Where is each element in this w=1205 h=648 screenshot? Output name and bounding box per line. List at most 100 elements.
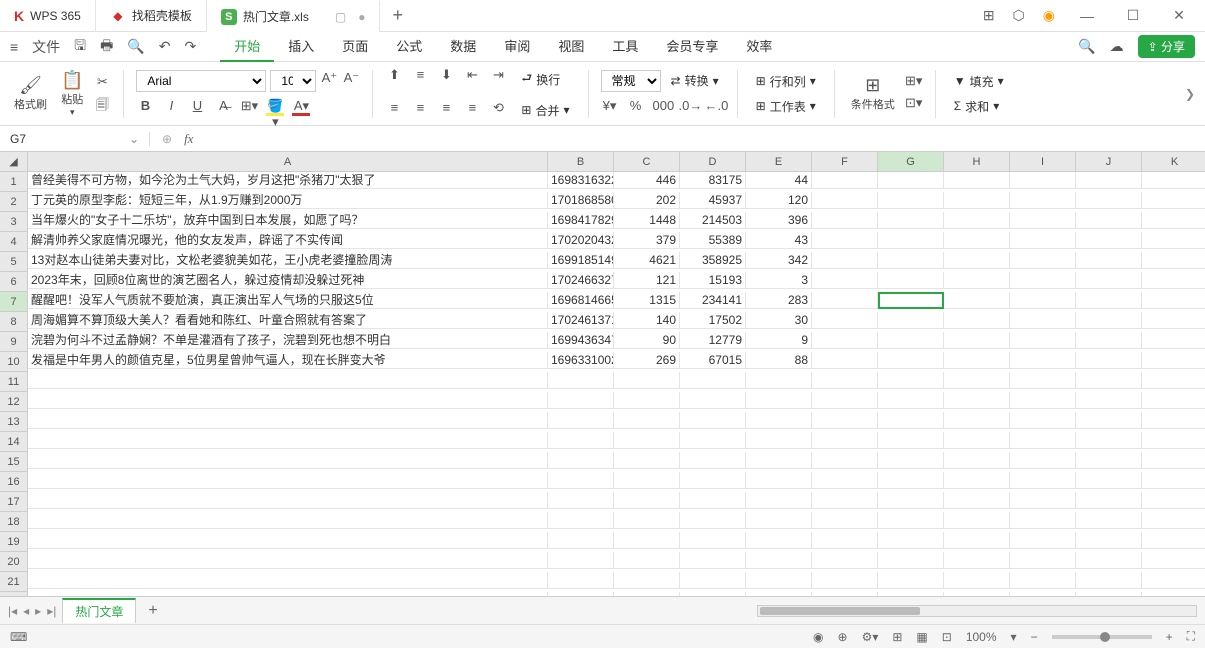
cell-J8[interactable] (1076, 312, 1142, 329)
cell-K9[interactable] (1142, 332, 1205, 349)
template-tab[interactable]: ◆ 找稻壳模板 (96, 0, 207, 32)
bold-icon[interactable]: B (136, 98, 154, 116)
cell-J6[interactable] (1076, 272, 1142, 289)
cell-H1[interactable] (944, 172, 1010, 189)
cell-H2[interactable] (944, 192, 1010, 209)
cell-C18[interactable] (614, 512, 680, 529)
row-header-9[interactable]: 9 (0, 332, 28, 352)
cell-K6[interactable] (1142, 272, 1205, 289)
cell-K5[interactable] (1142, 252, 1205, 269)
comma-icon[interactable]: 000 (653, 98, 671, 116)
table-style-icon[interactable]: ⊞▾ (905, 73, 923, 91)
row-header-5[interactable]: 5 (0, 252, 28, 272)
cell-B10[interactable]: 1696331002 (548, 352, 614, 369)
cell-J18[interactable] (1076, 512, 1142, 529)
file-menu[interactable]: 文件 (32, 37, 60, 57)
cell-A19[interactable] (28, 532, 548, 549)
cell-J2[interactable] (1076, 192, 1142, 209)
cell-G3[interactable] (878, 212, 944, 229)
cell-A10[interactable]: 发福是中年男人的颜值克星，5位男星曾帅气逼人，现在长胖变大爷 (28, 352, 548, 369)
close-button[interactable]: ✕ (1165, 7, 1193, 24)
cell-A21[interactable] (28, 572, 548, 589)
cell-H22[interactable] (944, 592, 1010, 596)
number-format-select[interactable]: 常规 (601, 70, 661, 92)
col-header-E[interactable]: E (746, 152, 812, 172)
cell-G9[interactable] (878, 332, 944, 349)
cell-G22[interactable] (878, 592, 944, 596)
cell-D21[interactable] (680, 572, 746, 589)
cell-C8[interactable]: 140 (614, 312, 680, 329)
cell-D5[interactable]: 358925 (680, 252, 746, 269)
cell-A7[interactable]: 醒醒吧！没军人气质就不要尬演，真正演出军人气场的只服这5位 (28, 292, 548, 309)
cell-B17[interactable] (548, 492, 614, 509)
cell-E6[interactable]: 3 (746, 272, 812, 289)
cell-A16[interactable] (28, 472, 548, 489)
row-header-22[interactable]: 22 (0, 592, 28, 596)
cell-I22[interactable] (1010, 592, 1076, 596)
cell-J19[interactable] (1076, 532, 1142, 549)
cell-H16[interactable] (944, 472, 1010, 489)
cell-F3[interactable] (812, 212, 878, 229)
new-tab-button[interactable]: + (380, 5, 415, 26)
cell-E2[interactable]: 120 (746, 192, 812, 209)
cell-H14[interactable] (944, 432, 1010, 449)
cell-C4[interactable]: 379 (614, 232, 680, 249)
convert-button[interactable]: ⇄ 转换▾ (665, 70, 725, 92)
cell-C19[interactable] (614, 532, 680, 549)
save-icon[interactable]: 🖫 (74, 35, 86, 59)
cell-I3[interactable] (1010, 212, 1076, 229)
cell-A18[interactable] (28, 512, 548, 529)
cell-I10[interactable] (1010, 352, 1076, 369)
cell-J16[interactable] (1076, 472, 1142, 489)
tab-data[interactable]: 数据 (436, 32, 490, 62)
cell-D14[interactable] (680, 432, 746, 449)
horizontal-scrollbar[interactable] (757, 605, 1197, 617)
cell-B4[interactable]: 1702020432 (548, 232, 614, 249)
rowcol-button[interactable]: ⊞ 行和列▾ (750, 71, 822, 92)
cell-K12[interactable] (1142, 392, 1205, 409)
cell-B1[interactable]: 1698316322 (548, 172, 614, 189)
wrap-button[interactable]: ⮐ 换行 (515, 67, 566, 92)
cell-K8[interactable] (1142, 312, 1205, 329)
sheet-first-icon[interactable]: |◂ (8, 604, 17, 618)
cell-I6[interactable] (1010, 272, 1076, 289)
minimize-button[interactable]: — (1073, 8, 1101, 24)
tab-page[interactable]: 页面 (328, 32, 382, 62)
row-header-1[interactable]: 1 (0, 172, 28, 192)
cell-D3[interactable]: 214503 (680, 212, 746, 229)
cell-H6[interactable] (944, 272, 1010, 289)
row-header-15[interactable]: 15 (0, 452, 28, 472)
row-header-16[interactable]: 16 (0, 472, 28, 492)
cell-style-icon[interactable]: ⊡▾ (905, 95, 923, 113)
cell-B12[interactable] (548, 392, 614, 409)
cell-D22[interactable] (680, 592, 746, 596)
app-icon-2[interactable]: ⬡ (1013, 7, 1025, 24)
cell-B3[interactable]: 1698417829 (548, 212, 614, 229)
cell-F22[interactable] (812, 592, 878, 596)
col-header-D[interactable]: D (680, 152, 746, 172)
cell-I13[interactable] (1010, 412, 1076, 429)
format-painter-button[interactable]: 🖌格式刷 (10, 73, 51, 114)
share-button[interactable]: ⇪ 分享 (1138, 35, 1195, 58)
cell-F4[interactable] (812, 232, 878, 249)
print-icon[interactable]: 🖶 (100, 35, 113, 59)
cell-G16[interactable] (878, 472, 944, 489)
cell-K19[interactable] (1142, 532, 1205, 549)
underline-icon[interactable]: U (188, 98, 206, 116)
col-header-C[interactable]: C (614, 152, 680, 172)
font-color-icon[interactable]: A▾ (292, 98, 310, 116)
italic-icon[interactable]: I (162, 98, 180, 116)
cell-I14[interactable] (1010, 432, 1076, 449)
cell-D19[interactable] (680, 532, 746, 549)
cell-E17[interactable] (746, 492, 812, 509)
cell-B11[interactable] (548, 372, 614, 389)
col-header-K[interactable]: K (1142, 152, 1205, 172)
cell-F8[interactable] (812, 312, 878, 329)
cell-C20[interactable] (614, 552, 680, 569)
cell-C16[interactable] (614, 472, 680, 489)
cell-E3[interactable]: 396 (746, 212, 812, 229)
cell-A15[interactable] (28, 452, 548, 469)
cell-K3[interactable] (1142, 212, 1205, 229)
cell-D7[interactable]: 234141 (680, 292, 746, 309)
cell-I20[interactable] (1010, 552, 1076, 569)
